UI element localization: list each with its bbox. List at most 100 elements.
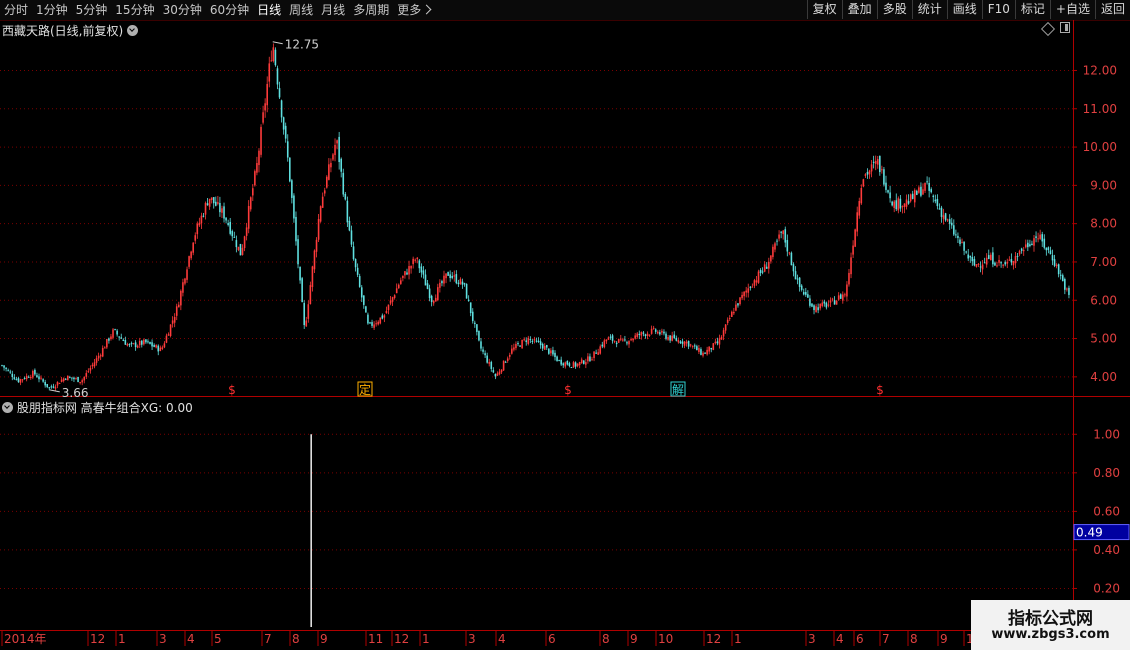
candle-body [780,231,782,233]
candle-body [106,339,108,348]
candle-body [677,340,680,343]
candle-body [490,361,493,369]
candle-body [564,362,567,367]
candle-body [188,256,190,267]
candle-body [842,294,844,301]
candle-body [622,339,624,341]
candle-body [500,369,503,373]
candle-body [459,279,462,285]
candle-body [342,172,345,195]
candle-body [151,342,153,347]
candle-body [813,305,815,311]
candle-body [40,377,42,379]
candle-body [284,125,287,139]
candle-body [383,315,386,318]
min-pointer [49,389,60,393]
time-axis-label: 3 [468,632,476,646]
candle-body [95,358,98,363]
candle-body [11,373,14,378]
candle-body [165,335,168,343]
candle-body [566,360,569,365]
candle-body [513,347,515,350]
candle-body [1020,248,1023,251]
candle-body [531,340,534,342]
candle-body [994,262,996,266]
candle-body [537,340,540,342]
candle-body [381,315,384,319]
candle-body [774,243,776,250]
event-marker: 定 [359,382,371,397]
candle-body [116,330,118,335]
time-axis-label: 10 [658,632,673,646]
candle-body [591,359,593,361]
time-axis-label: 4 [498,632,506,646]
candle-body [638,333,641,335]
price-axis-label: 12.00 [1083,63,1117,77]
candle-body [453,275,456,277]
candle-body [718,338,721,345]
candle-body [696,346,698,351]
candle-body [848,272,850,285]
price-axis-label: 9.00 [1090,178,1117,192]
candle-body [252,188,254,196]
candle-body [938,208,941,210]
candle-body [661,330,663,333]
candle-body [1041,234,1044,242]
candle-body [266,83,268,106]
candle-body [985,257,988,265]
stock-chart[interactable]: 12.0011.0010.009.008.007.006.005.004.001… [0,0,1130,650]
candle-body [607,337,610,340]
candle-body [903,203,906,208]
candle-body [768,261,770,269]
candle-body [375,323,377,325]
candle-body [872,161,875,163]
candle-body [286,141,289,158]
candle-body [595,352,597,354]
candle-body [796,278,799,280]
candle-body [821,302,824,307]
candle-body [593,351,595,359]
candle-body [562,363,565,366]
candle-body [58,383,61,385]
candle-body [613,340,616,342]
candle-body [103,347,106,349]
candle-body [757,271,760,283]
candle-body [712,343,715,350]
candle-body [147,341,149,343]
candle-body [1051,255,1054,261]
candle-body [529,339,532,341]
candle-body [570,367,573,369]
candle-body [231,231,234,237]
candle-body [990,254,992,261]
candle-body [788,252,791,254]
candle-body [517,342,519,345]
candle-body [225,217,227,221]
candle-body [589,356,591,362]
watermark-title: 指标公式网 [1008,609,1093,629]
candle-body [276,68,279,85]
candle-body [829,300,832,303]
candle-body [169,324,172,337]
candle-body [451,275,454,278]
candle-body [654,329,657,332]
candle-body [533,338,536,341]
candle-body [25,375,28,380]
candle-body [1002,264,1004,266]
candle-body [233,236,236,238]
candle-body [656,331,659,334]
candle-body [492,370,495,373]
candle-body [983,262,986,264]
candle-body [934,199,937,202]
candle-body [336,140,338,144]
candle-body [1037,238,1039,240]
candle-body [868,170,871,175]
candle-body [809,298,811,306]
candle-body [270,60,273,62]
candle-body [17,378,20,383]
time-axis-label: 1 [118,632,126,646]
time-axis-label: 3 [159,632,167,646]
candle-body [410,265,412,269]
candle-body [1039,234,1041,239]
candle-body [344,193,347,200]
candle-body [792,264,795,272]
